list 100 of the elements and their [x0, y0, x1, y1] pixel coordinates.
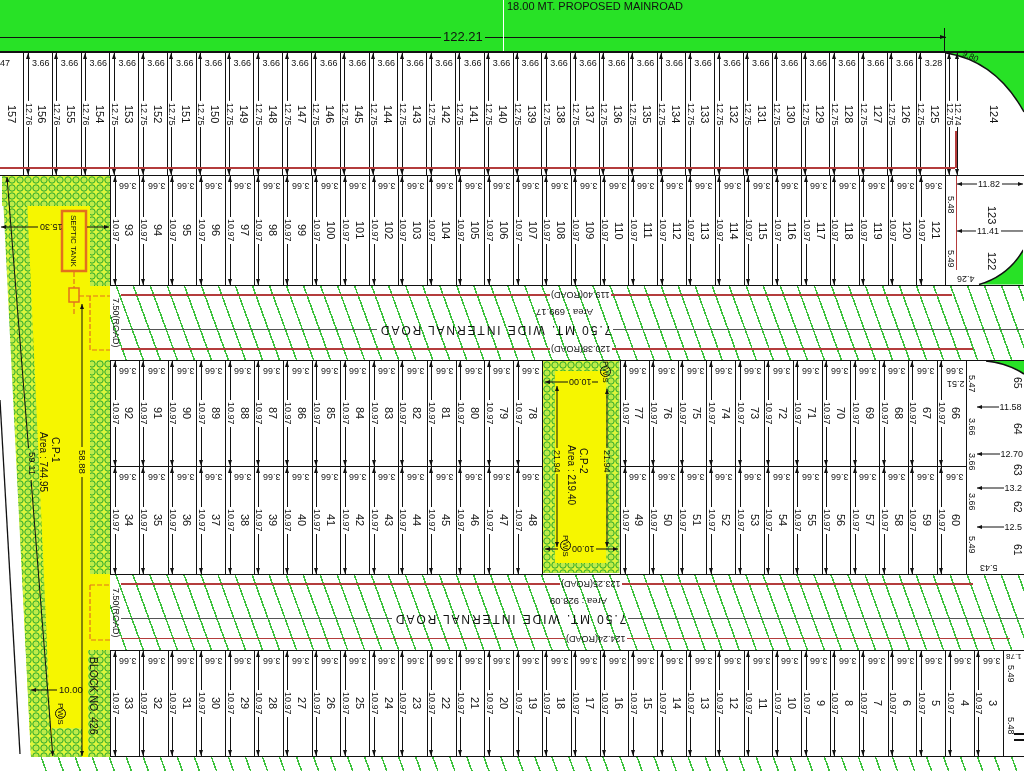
plot-depth: 12.76 — [52, 101, 62, 128]
dimension-arrow — [976, 525, 1005, 529]
plot-depth: 12.75 — [599, 101, 609, 128]
dimension-label: 15.30 — [40, 222, 63, 232]
plot-width: 3.66 — [896, 656, 915, 666]
plot-depth: 12.75 — [916, 101, 926, 128]
dimension-arrow — [605, 388, 609, 449]
plot-number: 56 — [834, 514, 846, 527]
plot-width: 3.66 — [263, 181, 281, 191]
plot-number: 54 — [777, 514, 789, 527]
plot-depth: 12.75 — [340, 101, 350, 128]
plot-number: 61 — [1011, 544, 1023, 556]
plot-width: 3.66 — [176, 58, 194, 68]
plot-number: 65 — [1011, 377, 1023, 389]
plot-depth: 10.97 — [283, 401, 293, 427]
plot-depth: 10.97 — [678, 508, 688, 534]
plot-width: 3.66 — [838, 181, 857, 191]
plot-depth: 10.97 — [686, 218, 696, 244]
plot-width: 3.66 — [550, 656, 569, 666]
plot-width: 3.66 — [694, 58, 712, 68]
plot-number: 91 — [152, 407, 164, 420]
plot-number: 48 — [526, 514, 538, 527]
plot-number: 157 — [6, 104, 17, 124]
plot-number: 116 — [785, 221, 797, 240]
dimension-label: 10.00 — [569, 377, 592, 387]
plot-depth: 10.97 — [916, 218, 926, 244]
plot-depth: 10.97 — [822, 401, 832, 427]
plot-width: 3.66 — [579, 656, 598, 666]
plot-depth: 12.75 — [426, 101, 436, 128]
plot-number: 142 — [439, 104, 451, 124]
plot-width: 3.66 — [263, 472, 281, 482]
plot-depth: 10.97 — [196, 691, 206, 717]
dimension-arrow — [976, 486, 1005, 490]
plot-depth: 10.97 — [196, 401, 206, 427]
plot-depth: 10.97 — [369, 401, 379, 427]
plot-number: 16 — [612, 697, 624, 710]
plot-number: 153 — [122, 104, 134, 124]
plot-number: 7 — [872, 700, 884, 707]
road-width-label: 7.50(ROAD) — [111, 298, 121, 348]
plot-width: 3.66 — [715, 366, 733, 376]
plot-depth: 10.97 — [456, 218, 466, 244]
plot-width: 3.66 — [751, 58, 770, 68]
plot-depth: 10.97 — [484, 691, 494, 717]
plot-depth: 10.97 — [225, 218, 235, 244]
plot-depth: 12.75 — [253, 101, 263, 128]
dimension-arrow — [956, 229, 977, 233]
plot-number: 93 — [123, 224, 135, 237]
road-name: 7.50 MT. WIDE INTERNAL ROAD — [392, 611, 627, 625]
plot-depth: 12.75 — [887, 101, 897, 128]
plot-width: 3.66 — [916, 472, 935, 482]
plot-width: 3.66 — [723, 181, 742, 191]
dimension-arrow — [976, 405, 1000, 409]
dimension-label: 11.58 — [999, 402, 1022, 412]
plot-depth: 10.97 — [628, 691, 638, 717]
plot-width: 3.66 — [378, 366, 396, 376]
plot-width: 3.66 — [550, 181, 569, 191]
plot-depth: 10.97 — [513, 401, 523, 427]
plot-number: 145 — [353, 104, 365, 124]
plot-number: 27 — [296, 697, 308, 710]
plot-width: 3.66 — [233, 58, 252, 68]
park-area-label: Area : 744.95 — [38, 432, 49, 493]
dimension-arrow — [976, 452, 1001, 456]
plot-width: 3.66 — [694, 181, 713, 191]
drain-line — [89, 584, 110, 641]
plot-number: 92 — [123, 407, 135, 420]
plot-width: 3.66 — [119, 472, 137, 482]
road-area-label: Area : 699.17 — [535, 306, 593, 318]
plot-number: 67 — [921, 407, 933, 420]
plot-depth: 10.97 — [110, 508, 120, 534]
plot-depth: 10.97 — [649, 508, 659, 534]
plot-depth: 12.75 — [513, 101, 523, 128]
dimension-label: 10.00 — [59, 685, 83, 695]
plot-width: 3.66 — [319, 58, 338, 68]
plot-depth: 10.97 — [678, 401, 688, 427]
plot-depth: 10.97 — [139, 401, 149, 427]
plot-depth: 12.74 — [953, 101, 962, 128]
plot-depth: 10.97 — [283, 218, 293, 244]
plot-number: 130 — [785, 104, 797, 124]
plot-depth: 10.97 — [744, 691, 754, 717]
plot-number: 62 — [1011, 501, 1023, 513]
dimension-label: 1.78 — [1005, 652, 1022, 661]
plot-width: 3.66 — [147, 656, 166, 666]
plot-width: 3.66 — [349, 366, 367, 376]
road-width-label: 7.50(ROAD) — [111, 587, 121, 638]
plot-width: 3.66 — [773, 366, 791, 376]
plot-depth: 10.97 — [110, 691, 120, 717]
plot-number: 147 — [295, 104, 307, 124]
plot-depth: 12.75 — [282, 101, 292, 128]
plot-width: 3.66 — [176, 181, 195, 191]
plot-number: 83 — [382, 407, 394, 420]
dimension-line — [1000, 230, 1024, 232]
plot-depth: 12.75 — [455, 101, 465, 128]
plot-width: 3.66 — [859, 472, 877, 482]
plot-depth: 10.97 — [620, 508, 630, 534]
plot-number: 89 — [209, 407, 221, 420]
plot-depth: 10.97 — [398, 218, 408, 244]
plot-width: 3.66 — [263, 366, 281, 376]
plot-depth: 10.97 — [888, 218, 897, 244]
plot-depth: 10.97 — [600, 218, 610, 244]
plot-width: 3.66 — [780, 58, 799, 68]
